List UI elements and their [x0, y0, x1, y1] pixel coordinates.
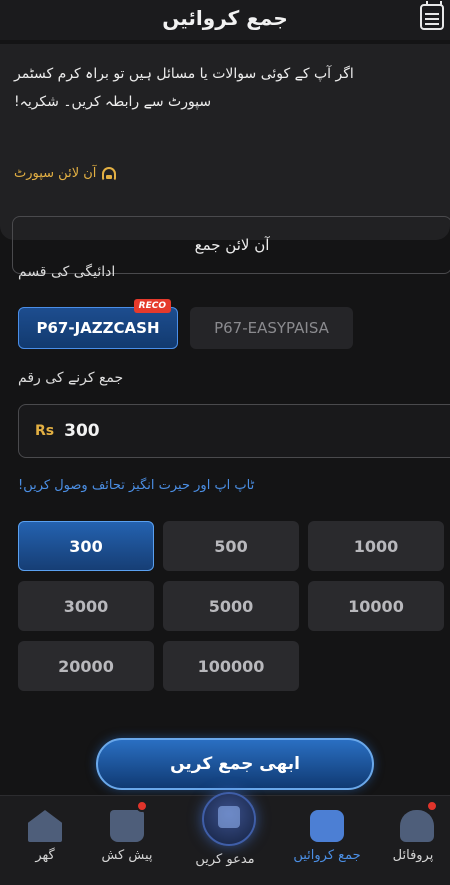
treasure-chest-icon	[202, 792, 256, 846]
invite-bubble[interactable]	[180, 792, 270, 882]
amount-chip[interactable]: 1000	[308, 521, 444, 571]
deposit-amount-label: جمع کرنے کی رقم	[18, 370, 124, 386]
online-support-link[interactable]: آن لائن سپورٹ	[14, 166, 117, 181]
amount-chip[interactable]: 5000	[163, 581, 299, 631]
nav-item-profile[interactable]: پروفائل	[368, 796, 450, 885]
notification-dot	[136, 800, 148, 812]
amount-chip[interactable]: 300	[18, 521, 154, 571]
promo-text: ٹاپ اپ اور حیرت انگیز تحائف وصول کریں!	[18, 478, 255, 493]
nav-item-deposit[interactable]: جمع کروائیں	[282, 796, 372, 885]
amount-input[interactable]: Rs 300	[18, 404, 450, 458]
currency-prefix: Rs	[35, 423, 55, 439]
amount-value: 300	[64, 421, 100, 441]
nav-label-home: گھر	[35, 848, 55, 863]
online-support-label: آن لائن سپورٹ	[14, 166, 97, 181]
method-jazzcash-label: P67-JAZZCASH	[36, 319, 160, 337]
notification-dot	[426, 800, 438, 812]
amount-chip[interactable]: 3000	[18, 581, 154, 631]
method-jazzcash[interactable]: P67-JAZZCASH RECO	[18, 299, 178, 349]
notice-line-1: اگر آپ کے کوئی سوالات یا مسائل ہیں تو بر…	[14, 66, 354, 82]
deposit-now-button[interactable]: ابھی جمع کریں	[96, 738, 374, 790]
profile-icon	[400, 810, 434, 842]
amount-chip[interactable]: 100000	[163, 641, 299, 691]
method-easypaisa[interactable]: P67-EASYPAISA	[190, 307, 353, 349]
amount-chip[interactable]: 500	[163, 521, 299, 571]
nav-label-profile: پروفائل	[392, 848, 434, 863]
wallet-icon	[310, 810, 344, 842]
amount-chip[interactable]: 20000	[18, 641, 154, 691]
notice-line-2: سپورٹ سے رابطہ کریں۔ شکریہ!	[14, 94, 212, 110]
payment-type-label: ادائیگی کی قسم	[18, 264, 116, 280]
page-title: جمع کروائیں	[162, 6, 288, 30]
nav-label-deposit: جمع کروائیں	[293, 848, 361, 863]
method-easypaisa-label: P67-EASYPAISA	[214, 319, 329, 337]
amount-chip[interactable]: 10000	[308, 581, 444, 631]
nav-item-home[interactable]: گھر	[0, 796, 90, 885]
top-bar: جمع کروائیں	[0, 0, 450, 40]
headset-icon	[102, 166, 117, 181]
menu-list-icon[interactable]	[420, 1, 444, 30]
nav-item-withdraw[interactable]: پیش کش	[82, 796, 172, 885]
home-icon	[28, 810, 62, 842]
notice-card: اگر آپ کے کوئی سوالات یا مسائل ہیں تو بر…	[0, 44, 450, 274]
gift-box-icon	[110, 810, 144, 842]
notice-message: اگر آپ کے کوئی سوالات یا مسائل ہیں تو بر…	[14, 60, 434, 116]
nav-label-withdraw: پیش کش	[101, 848, 153, 863]
reco-badge: RECO	[133, 299, 171, 313]
